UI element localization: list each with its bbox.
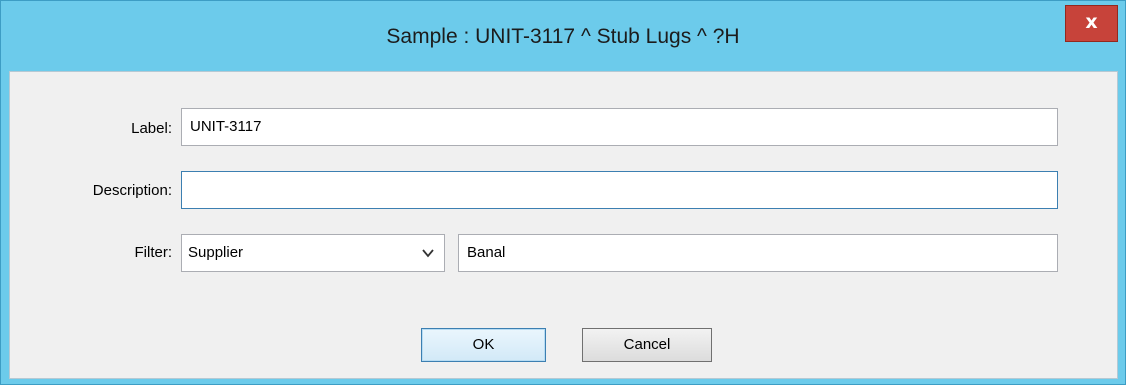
dialog-window: Sample : UNIT-3117 ^ Stub Lugs ^ ?H x La… [0,0,1126,385]
label-caption: Label: [131,120,172,137]
filter-dropdown[interactable]: Supplier [181,234,445,272]
ok-button[interactable]: OK [421,328,546,362]
label-input[interactable]: UNIT-3117 [181,108,1058,146]
close-button[interactable]: x [1065,5,1118,42]
cancel-button[interactable]: Cancel [582,328,712,362]
description-caption: Description: [92,182,172,199]
window-title: Sample : UNIT-3117 ^ Stub Lugs ^ ?H [386,25,740,48]
chevron-down-icon [422,249,434,258]
dialog-body: Label: UNIT-3117 Description: Filter: Su… [9,71,1118,379]
title-bar[interactable]: Sample : UNIT-3117 ^ Stub Lugs ^ ?H x [1,1,1125,71]
filter-caption: Filter: [134,244,173,261]
close-icon: x [1085,11,1098,33]
description-input[interactable] [181,171,1058,209]
filter-value-input[interactable]: Banal [458,234,1058,272]
filter-selected-value: Supplier [188,244,244,261]
